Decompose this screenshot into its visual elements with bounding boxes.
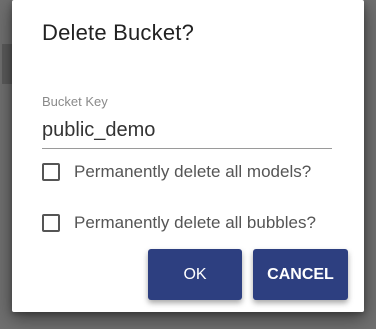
delete-models-option[interactable]: Permanently delete all models? (42, 162, 311, 182)
bucket-key-label: Bucket Key (42, 94, 108, 109)
delete-bucket-dialog: Delete Bucket? Bucket Key Permanently de… (12, 0, 364, 312)
cancel-button[interactable]: CANCEL (253, 249, 348, 300)
dialog-title: Delete Bucket? (42, 20, 194, 45)
bucket-key-input[interactable] (42, 116, 332, 149)
delete-bubbles-checkbox[interactable] (42, 214, 60, 232)
delete-bubbles-label: Permanently delete all bubbles? (74, 213, 316, 232)
delete-models-label: Permanently delete all models? (74, 162, 312, 181)
delete-models-checkbox[interactable] (42, 163, 60, 181)
backdrop-content (2, 44, 12, 84)
ok-button[interactable]: OK (148, 249, 242, 300)
delete-bubbles-option[interactable]: Permanently delete all bubbles? (42, 213, 316, 233)
